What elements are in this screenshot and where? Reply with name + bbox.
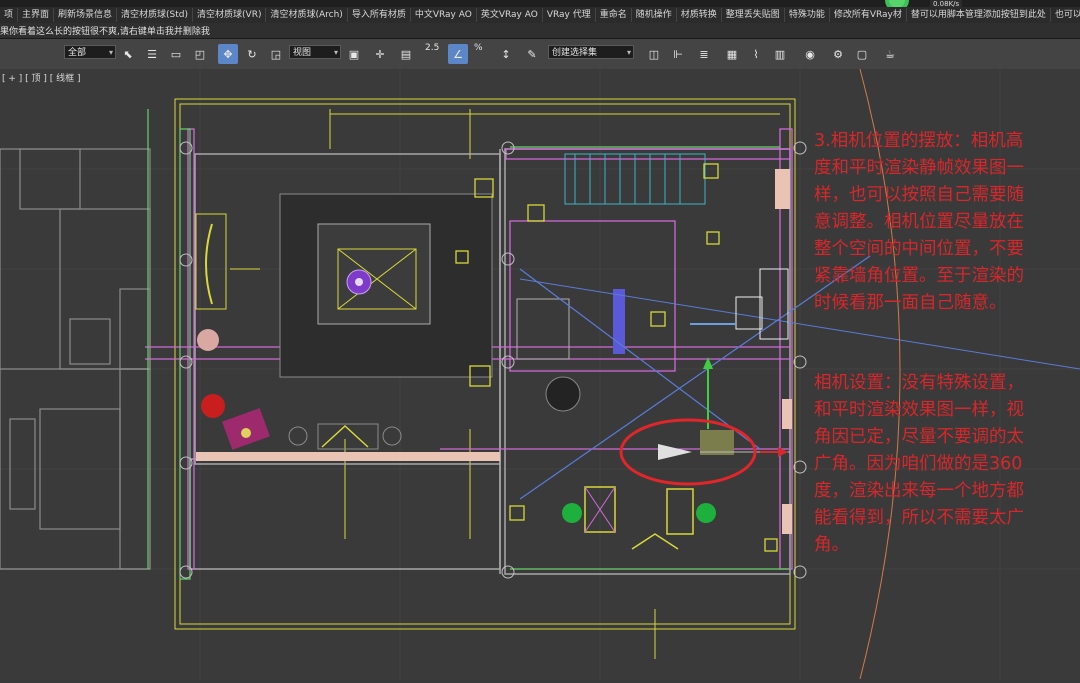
script-command-bar: 项主界面 刷新场景信息 清空材质球(Std) 清空材质球(VR) 清空材质球(Arch)… (0, 7, 1080, 24)
script-button[interactable]: 中文VRay AO (411, 8, 477, 22)
script-button[interactable]: 整理丢失贴图 (722, 8, 785, 22)
annotation-line: 广角。因为咱们做的是360 (814, 454, 1023, 474)
material-editor-icon[interactable]: ◉ (800, 44, 820, 64)
percent-snap-toggle[interactable]: % (474, 43, 483, 53)
pivot-center-icon[interactable]: ▣ (344, 44, 364, 64)
annotation-line: 时候看那一面自己随意。 (814, 293, 1007, 313)
annotation-line: 度，渲染出来每一个地方都 (814, 481, 1024, 501)
script-button[interactable]: 特殊功能 (785, 8, 830, 22)
script-button[interactable]: 英文VRay AO (477, 8, 543, 22)
script-button[interactable]: 导入所有材质 (348, 8, 411, 22)
annotation-line: 角因已定，尽量不要调的太 (814, 427, 1024, 447)
script-button[interactable]: 重命名 (596, 8, 632, 22)
annotation-camera-position: 3.相机位置的摆放：相机高 度和平时渲染静帧效果图一 样，也可以按照自己需要随 意调整… (814, 128, 1024, 317)
script-button[interactable]: 修改所有VRay材 (830, 8, 907, 22)
reference-coordinate-dropdown[interactable]: 视图 (289, 45, 341, 60)
annotation-line: 角。 (814, 535, 849, 555)
annotation-line: 相机设置：没有特殊设置， (814, 373, 1024, 393)
script-button[interactable]: 清空材质球(Arch) (266, 8, 348, 22)
scale-icon[interactable]: ◲ (266, 44, 286, 64)
hint-bar: 果你看着这么长的按钮很不爽,请右键单击我并删除我 (0, 23, 1080, 39)
annotation-line: 和平时渲染效果图一样，视 (814, 400, 1024, 420)
script-button[interactable]: 清空材质球(VR) (193, 8, 267, 22)
annotation-line: 度和平时渲染静帧效果图一 (814, 158, 1024, 178)
named-selection-dropdown[interactable]: 创建选择集 (548, 45, 634, 60)
layer-manager-icon[interactable]: ≣ (694, 44, 714, 64)
mirror-icon[interactable]: ◫ (644, 44, 664, 64)
script-button[interactable]: 随机操作 (632, 8, 677, 22)
window-top-strip (0, 0, 1080, 7)
align-icon[interactable]: ⊩ (668, 44, 688, 64)
selection-filter-dropdown[interactable]: 全部 (64, 45, 116, 60)
script-button[interactable]: 清空材质球(Std) (117, 8, 194, 22)
curve-editor-icon[interactable]: ⌇ (746, 44, 766, 64)
script-button[interactable]: 项 (0, 8, 19, 22)
angle-snap-icon[interactable]: ∠ (448, 44, 468, 64)
select-by-name-icon[interactable]: ☰ (142, 44, 162, 64)
annotation-line: 整个空间的中间位置，不要 (814, 239, 1024, 259)
window-crossing-icon[interactable]: ◰ (190, 44, 210, 64)
render-setup-icon[interactable]: ⚙ (828, 44, 848, 64)
annotation-line: 紧靠墙角位置。至于渲染的 (814, 266, 1024, 286)
script-button[interactable]: 刷新场景信息 (54, 8, 118, 22)
script-button[interactable]: 替可以用脚本管理添加按钮到此处 (907, 8, 1051, 22)
graphite-tools-icon[interactable]: ▦ (722, 44, 742, 64)
script-button[interactable]: 材质转换 (677, 8, 722, 22)
select-manipulate-icon[interactable]: ✛ (370, 44, 390, 64)
rendered-frame-icon[interactable]: ▢ (852, 44, 872, 64)
annotation-line: 3.相机位置的摆放：相机高 (814, 131, 1024, 151)
rotate-icon[interactable]: ↻ (242, 44, 262, 64)
spinner-snap-icon[interactable]: ↕ (496, 44, 516, 64)
main-toolbar: 全部 ⬉ ☰ ▭ ◰ ✥ ↻ ◲ 视图 ▣ ✛ ▤ 2.5 ∠ % ↕ ✎ 创建… (0, 39, 1080, 70)
snap-toggle-value[interactable]: 2.5 (425, 43, 439, 53)
annotation-line: 能看得到，所以不需要太广 (814, 508, 1024, 528)
render-production-icon[interactable]: ☕ (880, 44, 900, 64)
script-button[interactable]: VRay 代理 (543, 8, 596, 22)
viewport-label[interactable]: [ + ] [ 顶 ] [ 线框 ] (0, 71, 83, 84)
schematic-view-icon[interactable]: ▥ (770, 44, 790, 64)
rect-selection-icon[interactable]: ▭ (166, 44, 186, 64)
hint-text[interactable]: 果你看着这么长的按钮很不爽,请右键单击我并删除我 (0, 24, 210, 37)
select-object-icon[interactable]: ⬉ (118, 44, 138, 64)
move-icon[interactable]: ✥ (218, 44, 238, 64)
annotation-camera-settings: 相机设置：没有特殊设置， 和平时渲染效果图一样，视 角因已定，尽量不要调的太 广角。因… (814, 370, 1024, 559)
edit-named-selection-icon[interactable]: ✎ (522, 44, 542, 64)
script-button[interactable]: 也可以在选项 (1051, 8, 1080, 22)
keyboard-shortcut-icon[interactable]: ▤ (396, 44, 416, 64)
annotation-line: 意调整。相机位置尽量放在 (814, 212, 1024, 232)
annotation-line: 样，也可以按照自己需要随 (814, 185, 1024, 205)
script-button[interactable]: 主界面 (18, 8, 55, 22)
